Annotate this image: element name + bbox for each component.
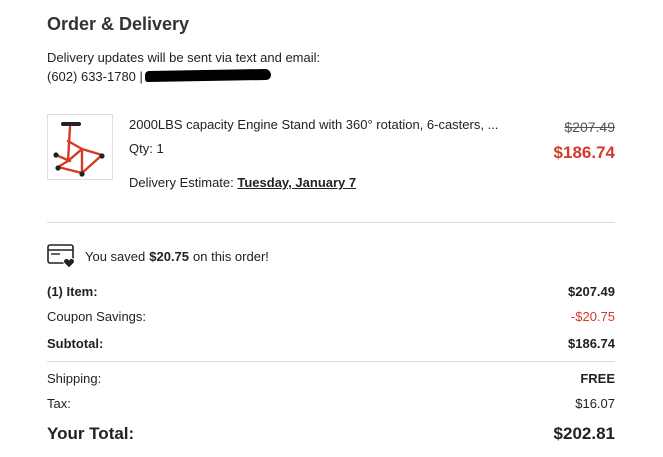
savings-banner: You saved $20.75 on this order!	[47, 243, 269, 269]
total-label: Your Total:	[47, 424, 135, 443]
items-value: $207.49	[568, 284, 615, 299]
tax-value: $16.07	[575, 396, 615, 411]
divider	[47, 361, 615, 362]
contact-info: (602) 633-1780 |	[47, 67, 271, 86]
subtotal-value: $186.74	[568, 336, 615, 351]
page-title: Order & Delivery	[47, 14, 190, 34]
divider	[47, 222, 615, 223]
shipping-label: Shipping:	[47, 371, 102, 386]
delivery-date-link[interactable]: Tuesday, January 7	[237, 175, 356, 190]
sale-price: $186.74	[553, 143, 615, 162]
shipping-row: Shipping: FREE	[47, 371, 615, 386]
shipping-value: FREE	[580, 371, 615, 386]
savings-suffix: on this order!	[193, 248, 269, 264]
delivery-estimate: Delivery Estimate: Tuesday, January 7	[129, 175, 356, 190]
card-heart-icon	[47, 244, 75, 269]
coupon-label: Coupon Savings:	[47, 309, 147, 324]
coupon-value: -$20.75	[570, 309, 615, 324]
coupon-row: Coupon Savings: -$20.75	[47, 309, 615, 324]
original-price: $207.49	[564, 119, 615, 135]
redacted-email	[144, 68, 271, 83]
delivery-notice: Delivery updates will be sent via text a…	[47, 50, 321, 65]
delivery-label: Delivery Estimate:	[129, 175, 234, 190]
total-row: Your Total: $202.81	[47, 424, 615, 444]
tax-row: Tax: $16.07	[47, 396, 615, 411]
total-value: $202.81	[553, 424, 615, 443]
savings-prefix: You saved	[85, 248, 146, 264]
subtotal-label: Subtotal:	[47, 336, 104, 351]
items-label: (1) Item:	[47, 284, 98, 299]
engine-stand-icon	[53, 122, 105, 177]
tax-label: Tax:	[47, 396, 71, 411]
items-row: (1) Item: $207.49	[47, 284, 615, 299]
product-name[interactable]: 2000LBS capacity Engine Stand with 360° …	[129, 117, 537, 132]
phone-number: (602) 633-1780 |	[47, 69, 143, 84]
savings-amount: $20.75	[149, 248, 190, 264]
subtotal-row: Subtotal: $186.74	[47, 336, 615, 351]
product-image[interactable]	[47, 114, 113, 180]
quantity: Qty: 1	[129, 141, 164, 156]
